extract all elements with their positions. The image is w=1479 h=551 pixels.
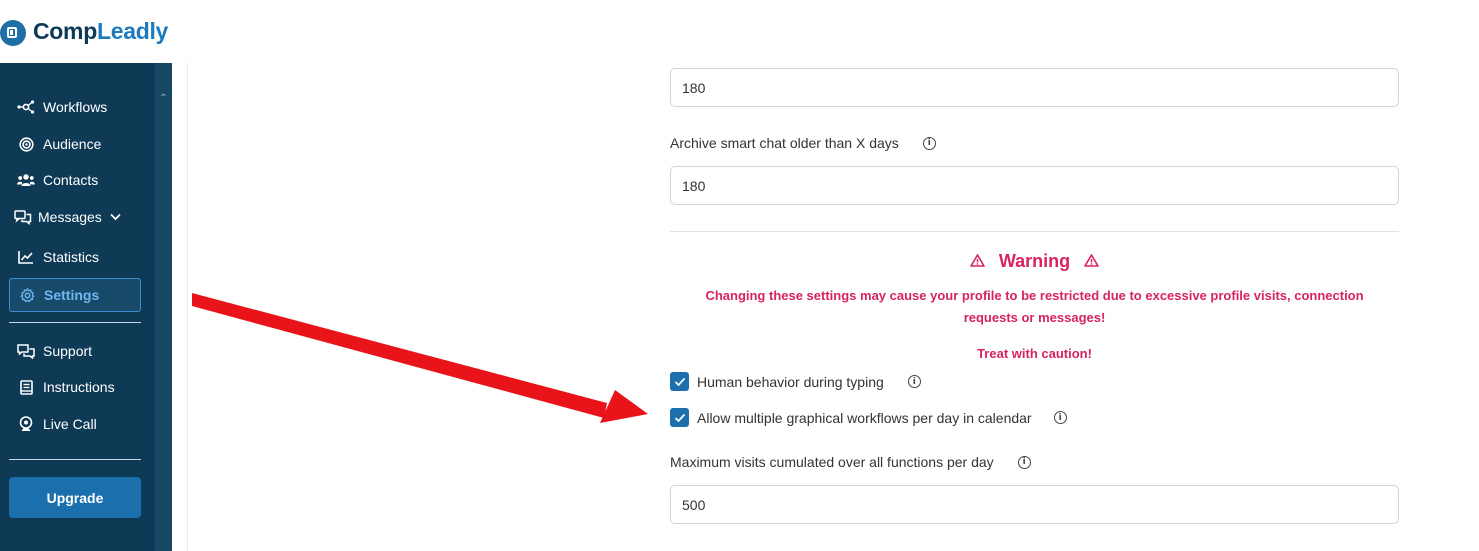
max-visits-input[interactable]: 500 (670, 485, 1399, 524)
upgrade-button[interactable]: Upgrade (9, 477, 141, 518)
workflow-icon (17, 98, 35, 116)
caution-text: Treat with caution! (977, 346, 1092, 361)
multiple-workflows-checkbox-row: Allow multiple graphical workflows per d… (670, 408, 1067, 427)
brand-name: CompLeadly (33, 18, 169, 44)
target-icon (17, 135, 35, 153)
sidebar-item-label: Contacts (43, 172, 99, 188)
check-icon (674, 413, 685, 422)
sidebar-item-label: Statistics (43, 249, 100, 265)
sidebar-item-label: Audience (43, 136, 102, 152)
sidebar-item-label: Support (43, 343, 93, 359)
sidebar-item-label: Settings (44, 287, 100, 303)
info-icon[interactable]: i (922, 136, 936, 150)
sidebar-item-messages[interactable]: Messages (9, 200, 141, 234)
warning-message-line: Changing these settings may cause your p… (705, 288, 1364, 303)
chevron-down-icon[interactable] (110, 213, 121, 221)
logo-icon (0, 20, 26, 46)
archive-field-label: Archive smart chat older than X days i (670, 134, 936, 152)
support-icon (17, 342, 35, 360)
info-icon[interactable]: i (1017, 455, 1031, 469)
days-input[interactable]: 180 (670, 68, 1399, 107)
sidebar-item-label: Messages (38, 209, 102, 225)
section-divider (670, 231, 1399, 232)
info-icon[interactable]: i (907, 375, 921, 388)
sidebar-item-label: Live Call (43, 416, 97, 432)
scroll-up-icon[interactable]: ⌃ (158, 93, 169, 104)
archive-days-input[interactable]: 180 (670, 166, 1399, 205)
warning-icon (1084, 253, 1099, 270)
users-icon (17, 171, 35, 189)
warning-title-text: Warning (998, 251, 1071, 271)
multiple-workflows-checkbox[interactable] (670, 408, 689, 427)
sidebar-item-contacts[interactable]: Contacts (9, 163, 141, 197)
book-icon (17, 378, 35, 396)
content-border (187, 63, 188, 551)
chart-icon (17, 248, 35, 266)
sidebar-divider (9, 459, 141, 460)
sidebar-divider (9, 322, 141, 323)
brand-logo: CompLeadly (0, 0, 172, 63)
warning-title: Warning (670, 251, 1399, 272)
human-behavior-checkbox[interactable] (670, 372, 689, 391)
sidebar-item-live-call[interactable]: Live Call (9, 407, 141, 441)
max-visits-label-text: Maximum visits cumulated over all functi… (670, 454, 994, 470)
warning-message-line: requests or messages! (963, 310, 1106, 325)
sidebar-item-settings[interactable]: Settings (9, 278, 141, 312)
human-behavior-label: Human behavior during typing (697, 373, 884, 390)
gear-icon (18, 286, 36, 304)
webcam-icon (17, 415, 35, 433)
warning-message: Changing these settings may cause your p… (670, 285, 1399, 329)
info-icon[interactable]: i (1053, 411, 1067, 424)
sidebar-item-statistics[interactable]: Statistics (9, 240, 141, 274)
sidebar-item-workflows[interactable]: Workflows (9, 90, 141, 124)
multiple-workflows-label: Allow multiple graphical workflows per d… (697, 409, 1032, 426)
messages-icon (14, 208, 32, 226)
sidebar-scrollbar[interactable] (155, 63, 172, 551)
sidebar-item-support[interactable]: Support (9, 334, 141, 368)
human-behavior-checkbox-row: Human behavior during typing i (670, 372, 921, 391)
archive-label-text: Archive smart chat older than X days (670, 135, 899, 151)
sidebar-item-label: Instructions (43, 379, 115, 395)
sidebar-item-audience[interactable]: Audience (9, 127, 141, 161)
max-visits-field-label: Maximum visits cumulated over all functi… (670, 453, 1031, 471)
sidebar-item-label: Workflows (43, 99, 108, 115)
warning-icon (970, 253, 985, 270)
sidebar: ⌃ Workflows Audience Contacts Messages S… (0, 63, 172, 551)
check-icon (674, 377, 685, 386)
sidebar-item-instructions[interactable]: Instructions (9, 370, 141, 404)
